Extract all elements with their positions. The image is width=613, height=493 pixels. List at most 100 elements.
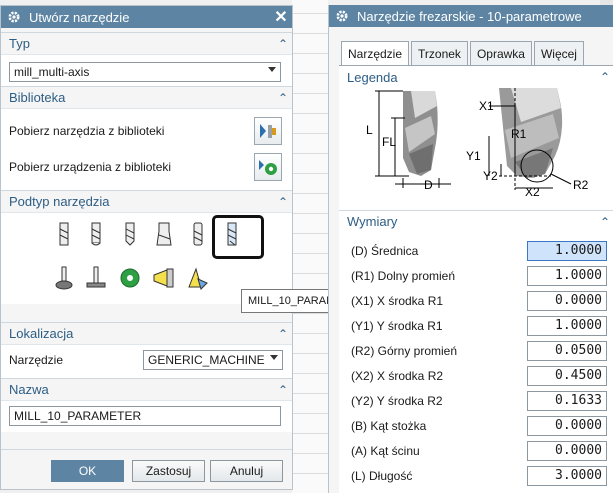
tool-subtype-icon[interactable]: [187, 221, 209, 247]
chevron-down-icon: [268, 67, 276, 72]
tool-subtype-tooltip: MILL_10_PARAMETER: [241, 289, 331, 313]
milling-tool-title: Narzędzie frezarskie - 10-parametrowe: [357, 8, 582, 24]
dimension-row: (R1) Dolny promień 1.0000: [339, 263, 613, 288]
dimension-label: (B) Kąt stożka: [351, 418, 427, 433]
tool-subtype-icon[interactable]: [119, 265, 141, 291]
library-devices-label: Pobierz urządzenia z biblioteki: [9, 160, 172, 174]
legend-label-r2: R2: [573, 178, 589, 192]
tab-trzonek[interactable]: Trzonek: [411, 41, 468, 65]
chevron-up-icon[interactable]: ⌃: [596, 70, 613, 84]
ok-button[interactable]: OK: [51, 460, 124, 482]
tab-oprawka[interactable]: Oprawka: [469, 41, 532, 65]
name-input[interactable]: MILL_10_PARAMETER: [9, 406, 281, 426]
section-body-lokalizacja: Narzędzie GENERIC_MACHINE: [1, 344, 292, 378]
dimension-input-d[interactable]: 1.0000: [527, 240, 607, 261]
tab-wiecej[interactable]: Więcej: [533, 41, 584, 65]
legend-label-x1: X1: [479, 99, 494, 113]
tool-subtype-icon[interactable]: [153, 221, 175, 247]
chevron-up-icon[interactable]: ⌃: [274, 383, 292, 397]
dimension-label: (D) Średnica: [351, 243, 419, 258]
legend-label-fl: FL: [382, 135, 396, 149]
dimension-label: (R1) Dolny promień: [351, 268, 456, 283]
section-label-podtyp: Podtyp narzędzia: [9, 194, 110, 209]
library-device-icon[interactable]: [254, 153, 282, 181]
dimension-input-y1[interactable]: 1.0000: [527, 315, 607, 336]
type-dropdown-value: mill_multi-axis: [14, 65, 90, 79]
chevron-up-icon[interactable]: ⌃: [274, 327, 292, 341]
dimension-input-a[interactable]: 0.0000: [527, 440, 607, 461]
location-row: Narzędzie GENERIC_MACHINE: [1, 345, 292, 375]
create-tool-title-bar[interactable]: Utwórz narzędzie ✕: [1, 6, 292, 28]
dimension-row: (Y2) Y środka R2 0.1633: [339, 388, 613, 413]
location-dropdown[interactable]: GENERIC_MACHINE: [143, 350, 283, 370]
milling-tool-title-bar[interactable]: Narzędzie frezarskie - 10-parametrowe: [329, 5, 613, 27]
tool-subtype-icon[interactable]: [153, 265, 175, 291]
selected-subtype-frame: [212, 215, 264, 259]
library-devices-row: Pobierz urządzenia z biblioteki: [1, 149, 292, 185]
dimension-label: (X1) X środka R1: [351, 293, 444, 308]
chevron-up-icon[interactable]: ⌃: [274, 37, 292, 51]
gear-icon: [335, 9, 349, 23]
dimension-label: (R2) Górny promień: [351, 343, 458, 358]
dimension-input-r1[interactable]: 1.0000: [527, 265, 607, 286]
dimension-row: (A) Kąt ścinu 0.0000: [339, 438, 613, 463]
tool-subtype-icon[interactable]: [85, 265, 107, 291]
milling-tool-dialog: Narzędzie frezarskie - 10-parametrowe Na…: [328, 5, 613, 493]
section-header-biblioteka[interactable]: Biblioteka ⌃: [1, 86, 292, 108]
apply-button[interactable]: Zastosuj: [132, 460, 205, 482]
chevron-down-icon: [270, 355, 278, 360]
location-field-label: Narzędzie: [9, 353, 64, 367]
section-header-wymiary[interactable]: Wymiary ⌃: [339, 210, 613, 232]
dimension-input-x2[interactable]: 0.4500: [527, 365, 607, 386]
library-tools-label: Pobierz narzędzia z biblioteki: [9, 124, 165, 138]
type-dropdown[interactable]: mill_multi-axis: [9, 62, 281, 82]
section-label-nazwa: Nazwa: [9, 382, 49, 397]
section-body-nazwa: MILL_10_PARAMETER: [1, 400, 292, 432]
dimension-row: (D) Średnica 1.0000: [339, 238, 613, 263]
chevron-up-icon[interactable]: ⌃: [596, 215, 613, 229]
section-label-typ: Typ: [9, 36, 30, 51]
tool-legend-diagram: L FL D X1 R1 Y1 Y2 X2 R2: [366, 88, 589, 196]
dimension-input-l[interactable]: 3.0000: [527, 465, 607, 486]
section-label-lokalizacja: Lokalizacja: [9, 326, 74, 341]
create-tool-dialog: Utwórz narzędzie ✕ Typ ⌃ mill_multi-axis…: [0, 5, 293, 490]
dimension-row: (R2) Górny promień 0.0500: [339, 338, 613, 363]
section-header-lokalizacja[interactable]: Lokalizacja ⌃: [1, 322, 292, 344]
section-header-typ[interactable]: Typ ⌃: [1, 32, 292, 54]
section-header-legenda[interactable]: Legenda ⌃: [339, 66, 613, 88]
section-header-podtyp[interactable]: Podtyp narzędzia ⌃: [1, 190, 292, 212]
legend-label-y2: Y2: [483, 169, 498, 183]
dimension-row: (X1) X środka R1 0.0000: [339, 288, 613, 313]
section-header-nazwa[interactable]: Nazwa ⌃: [1, 378, 292, 400]
dimension-input-x1[interactable]: 0.0000: [527, 290, 607, 311]
dimension-input-b[interactable]: 0.0000: [527, 415, 607, 436]
tool-subtype-icon[interactable]: [53, 265, 75, 291]
tool-subtype-icon[interactable]: [53, 221, 75, 247]
dimension-row: (L) Długość 3.0000: [339, 463, 613, 488]
section-body-biblioteka: Pobierz narzędzia z biblioteki Pobierz u…: [1, 108, 292, 190]
dimension-label: (A) Kąt ścinu: [351, 443, 420, 458]
library-tools-row: Pobierz narzędzia z biblioteki: [1, 113, 292, 149]
section-label-biblioteka: Biblioteka: [9, 90, 66, 105]
dimension-input-r2[interactable]: 0.0500: [527, 340, 607, 361]
dimension-label: (Y2) Y środka R2: [351, 393, 443, 408]
tool-subtype-icon[interactable]: [119, 221, 141, 247]
library-tool-icon[interactable]: [254, 117, 282, 145]
tool-subtype-icon[interactable]: [187, 265, 209, 291]
cancel-button[interactable]: Anuluj: [210, 460, 283, 482]
tool-subtype-icon[interactable]: [85, 221, 107, 247]
dimension-row: (Y1) Y środka R1 1.0000: [339, 313, 613, 338]
dimension-input-y2[interactable]: 0.1633: [527, 390, 607, 411]
close-icon[interactable]: ✕: [270, 6, 292, 28]
chevron-up-icon[interactable]: ⌃: [274, 195, 292, 209]
tool-tab-panel: Legenda ⌃ L FL D X1 R1 Y1 Y2 X2 R2 Wymia…: [339, 65, 613, 493]
legend-label-x2: X2: [525, 185, 540, 196]
tab-narzedzie[interactable]: Narzędzie: [341, 41, 410, 66]
dimension-row: (X2) X środka R2 0.4500: [339, 363, 613, 388]
location-dropdown-value: GENERIC_MACHINE: [148, 353, 265, 367]
tab-bar: Narzędzie Trzonek Oprawka Więcej: [341, 41, 586, 66]
section-label-wymiary: Wymiary: [347, 214, 398, 229]
legend-label-l: L: [366, 123, 373, 137]
section-label-legenda: Legenda: [347, 69, 398, 85]
chevron-up-icon[interactable]: ⌃: [274, 91, 292, 105]
